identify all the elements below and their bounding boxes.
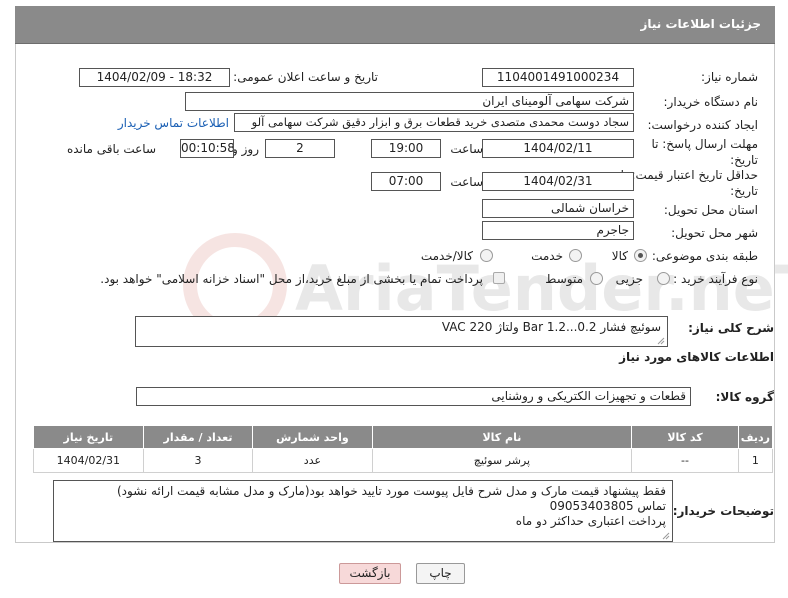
- process-option-minor: جزیی: [615, 272, 643, 286]
- description-field[interactable]: سوئیچ فشار Bar 1.2...0.2 ولتاژ VAC 220: [135, 316, 668, 347]
- process-option-medium: متوسط: [545, 272, 583, 286]
- buyer-notes-field[interactable]: فقط پیشنهاد قیمت مارک و مدل شرح فایل پیو…: [53, 480, 673, 542]
- reply-time-label: ساعت: [450, 142, 483, 156]
- col-header-item-name: نام کالا: [371, 425, 633, 449]
- need-number-field[interactable]: 1104001491000234: [482, 68, 634, 87]
- table-row[interactable]: 1 -- پرشر سوئیچ عدد 3 1404/02/31: [33, 448, 774, 473]
- reply-time-field[interactable]: 19:00: [371, 139, 441, 158]
- price-validity-label: حداقل تاریخ اعتبار قیمت: تا تاریخ:: [620, 168, 758, 198]
- validity-time-field[interactable]: 07:00: [371, 172, 441, 191]
- buyer-notes-line: پرداخت اعتباری حداکثر دو ماه: [515, 514, 666, 528]
- buyer-org-label: نام دستگاه خریدار:: [663, 95, 759, 109]
- col-header-quantity: تعداد / مقدار: [142, 425, 254, 449]
- cell-quantity: 3: [142, 448, 254, 473]
- cell-row-number: 1: [737, 448, 774, 473]
- buyer-notes-label: توضیحات خریدار:: [672, 504, 774, 518]
- back-button[interactable]: بازگشت: [339, 563, 401, 584]
- category-option-goods: کالا: [611, 249, 628, 263]
- reply-date-field[interactable]: 1404/02/11: [482, 139, 634, 158]
- col-header-item-code: کد کالا: [631, 425, 739, 449]
- cell-need-date: 1404/02/31: [33, 448, 144, 473]
- col-header-row-number: ردیف: [737, 425, 774, 449]
- announce-label: تاریخ و ساعت اعلان عمومی:: [233, 70, 378, 84]
- goods-group-label: گروه کالا:: [715, 390, 774, 404]
- process-label: نوع فرآیند خرید :: [673, 272, 758, 286]
- panel-title: جزئیات اطلاعات نیاز: [640, 17, 761, 31]
- city-label: شهر محل تحویل:: [671, 226, 758, 240]
- validity-time-label: ساعت: [450, 175, 483, 189]
- buyer-org-field[interactable]: شرکت سهامی آلومینای ایران: [185, 92, 634, 111]
- treasury-note: پرداخت تمام یا بخشی از مبلغ خرید،از محل …: [100, 272, 483, 286]
- creator-label: ایجاد کننده درخواست:: [647, 118, 758, 132]
- description-label: شرح کلی نیاز:: [688, 321, 774, 335]
- category-radio-goods-service[interactable]: [480, 249, 493, 262]
- goods-group-field[interactable]: قطعات و تجهیزات الکتریکی و روشنایی: [136, 387, 691, 406]
- announce-datetime-field[interactable]: 1404/02/09 - 18:32: [79, 68, 230, 87]
- cell-item-name: پرشر سوئیچ: [371, 448, 633, 473]
- description-text: سوئیچ فشار Bar 1.2...0.2 ولتاژ VAC 220: [441, 320, 661, 334]
- table-header-row: ردیف کد کالا نام کالا واحد شمارش تعداد /…: [33, 425, 774, 449]
- category-radio-service[interactable]: [569, 249, 582, 262]
- reply-deadline-label: مهلت ارسال پاسخ: تا تاریخ:: [651, 137, 758, 167]
- cell-unit: عدد: [252, 448, 373, 473]
- category-radio-goods[interactable]: [634, 249, 647, 262]
- need-number-label: شماره نیاز:: [701, 70, 758, 84]
- items-table: ردیف کد کالا نام کالا واحد شمارش تعداد /…: [33, 425, 774, 473]
- remaining-label: ساعت باقی مانده: [66, 142, 156, 156]
- resize-grip-icon[interactable]: [657, 337, 665, 345]
- days-label: روز و: [232, 142, 259, 156]
- cell-item-code: --: [631, 448, 739, 473]
- buyer-notes-line: فقط پیشنهاد قیمت مارک و مدل شرح فایل پیو…: [116, 484, 666, 498]
- resize-grip-icon[interactable]: [662, 532, 670, 540]
- buyer-contact-link[interactable]: اطلاعات تماس خریدار: [118, 116, 229, 130]
- remaining-days-field[interactable]: 2: [265, 139, 335, 158]
- print-button[interactable]: چاپ: [416, 563, 465, 584]
- col-header-unit: واحد شمارش: [252, 425, 373, 449]
- process-radio-minor[interactable]: [657, 272, 670, 285]
- process-radio-medium[interactable]: [590, 272, 603, 285]
- panel-header: جزئیات اطلاعات نیاز: [15, 6, 775, 44]
- treasury-checkbox[interactable]: [493, 272, 505, 284]
- remaining-time-field[interactable]: 00:10:58: [180, 139, 234, 158]
- category-option-service: خدمت: [531, 249, 563, 263]
- goods-section-title: اطلاعات کالاهای مورد نیاز: [619, 350, 774, 364]
- city-field[interactable]: جاجرم: [482, 221, 634, 240]
- buyer-notes-line: تماس 09053403805: [549, 499, 666, 513]
- creator-field[interactable]: سجاد دوست محمدی متصدی خرید قطعات برق و ا…: [234, 113, 634, 132]
- col-header-need-date: تاریخ نیاز: [33, 425, 144, 449]
- category-option-goods-service: کالا/خدمت: [420, 249, 473, 263]
- province-label: استان محل تحویل:: [663, 203, 758, 217]
- category-label: طبقه بندی موضوعی:: [651, 249, 758, 263]
- validity-date-field[interactable]: 1404/02/31: [482, 172, 634, 191]
- province-field[interactable]: خراسان شمالی: [482, 199, 634, 218]
